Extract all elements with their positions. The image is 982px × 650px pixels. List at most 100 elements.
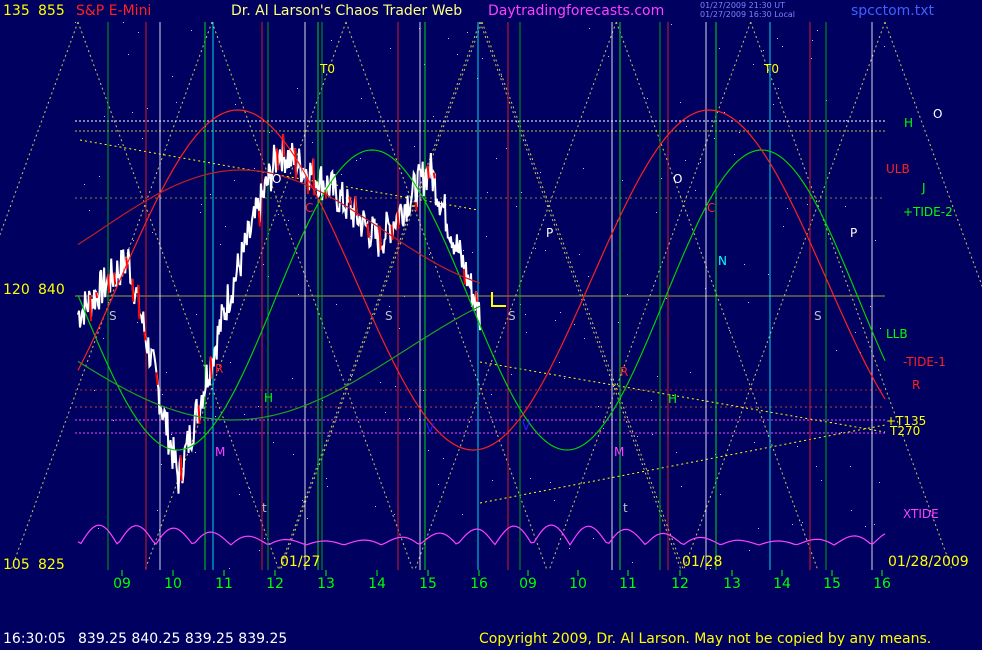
right-label: ULB: [886, 162, 910, 176]
grid-dot: [525, 314, 526, 315]
footer-quote: 839.25 840.25 839.25 839.25: [78, 631, 287, 647]
right-label: H: [904, 116, 913, 130]
price-down-bar: [396, 212, 400, 229]
right-label: T270: [889, 424, 920, 438]
chart-marker: M: [215, 445, 225, 459]
grid-dot: [870, 306, 871, 307]
grid-dot: [588, 276, 589, 277]
grid-dot: [535, 248, 536, 249]
x-tick-label: 16: [470, 576, 488, 592]
chart-window: 135 855 S&P E-Mini Dr. Al Larson's Chaos Tr…: [0, 0, 982, 650]
grid-dot: [618, 322, 619, 323]
grid-dot: [880, 328, 881, 329]
grid-dot: [545, 250, 546, 251]
grid-dot: [603, 428, 604, 429]
grid-dot: [622, 180, 623, 181]
grid-dot: [395, 386, 396, 387]
axis-price-label: 825: [38, 557, 65, 573]
grid-dot: [821, 480, 822, 481]
grid-dot: [132, 112, 133, 113]
grid-dot: [661, 178, 662, 179]
grid-dot: [608, 56, 609, 57]
grid-dot: [235, 104, 236, 105]
grid-dot: [583, 168, 584, 169]
x-tick-label: 14: [368, 576, 386, 592]
grid-dot: [462, 514, 463, 515]
grid-dot: [530, 478, 531, 479]
price-down-bar: [209, 356, 213, 379]
chart-marker: V: [522, 419, 531, 433]
right-label: J: [921, 181, 926, 195]
grid-dot: [312, 142, 313, 143]
chart-marker: N: [718, 254, 727, 268]
grid-dot: [719, 48, 720, 49]
grid-dot: [307, 518, 308, 519]
grid-dot: [700, 162, 701, 163]
grid-dot: [773, 104, 774, 105]
grid-dot: [496, 158, 497, 159]
grid-dot: [651, 400, 652, 401]
chart-marker: S: [109, 309, 117, 323]
grid-dot: [166, 372, 167, 373]
grid-dot: [463, 250, 464, 251]
grid-dot: [569, 548, 570, 549]
chart-marker: H: [668, 392, 677, 406]
grid-dot: [593, 538, 594, 539]
grid-dot: [845, 206, 846, 207]
grid-dot: [777, 38, 778, 39]
grid-dot: [511, 374, 512, 375]
grid-dot: [564, 378, 565, 379]
grid-dot: [263, 264, 264, 265]
grid-dot: [521, 192, 522, 193]
x-tick-label: 10: [569, 576, 587, 592]
x-tick-label: 09: [519, 576, 537, 592]
grid-dot: [380, 382, 381, 383]
grid-dot: [297, 88, 298, 89]
grid-dot: [501, 76, 502, 77]
grid-dot: [657, 376, 658, 377]
grid-dot: [685, 160, 686, 161]
grid-dot: [94, 390, 95, 391]
grid-dot: [472, 252, 473, 253]
grid-dot: [729, 330, 730, 331]
grid-dot: [506, 148, 507, 149]
grid-dot: [559, 362, 560, 363]
chart-marker: V: [426, 421, 435, 435]
grid-dot: [768, 274, 769, 275]
x-tick-label: 16: [873, 576, 891, 592]
grid-dot: [754, 442, 755, 443]
grid-dot: [686, 126, 687, 127]
right-label: XTIDE: [903, 507, 939, 521]
grid-dot: [656, 212, 657, 213]
grid-dot: [428, 450, 429, 451]
right-label: R: [912, 378, 920, 392]
grid-dot: [365, 120, 366, 121]
grid-dot: [749, 550, 750, 551]
chart-marker: C: [305, 201, 313, 215]
price-down-bar: [348, 196, 352, 206]
grid-dot: [113, 420, 114, 421]
grid-dot: [681, 486, 682, 487]
grid-dot: [259, 550, 260, 551]
grid-dot: [874, 524, 875, 525]
grid-diagonal: [884, 21, 982, 288]
price-down-bar: [89, 294, 93, 322]
x-tick-label: 12: [266, 576, 284, 592]
x-tick-label: 11: [619, 576, 637, 592]
grid-dot: [758, 528, 759, 529]
grid-dot: [99, 176, 100, 177]
price-down-bar: [426, 165, 430, 179]
price-down-bar: [131, 278, 135, 302]
grid-dot: [385, 412, 386, 413]
grid-dot: [855, 332, 856, 333]
site-label: Daytradingforecasts.com: [488, 3, 664, 19]
price-down-bar: [95, 291, 99, 299]
grid-dot: [647, 98, 648, 99]
grid-dot: [846, 120, 847, 121]
grid-dot: [467, 32, 468, 33]
x-tick-label: 12: [671, 576, 689, 592]
chart-marker: M: [614, 445, 624, 459]
grid-dot: [356, 160, 357, 161]
grid-dot: [326, 478, 327, 479]
grid-dot: [671, 24, 672, 25]
